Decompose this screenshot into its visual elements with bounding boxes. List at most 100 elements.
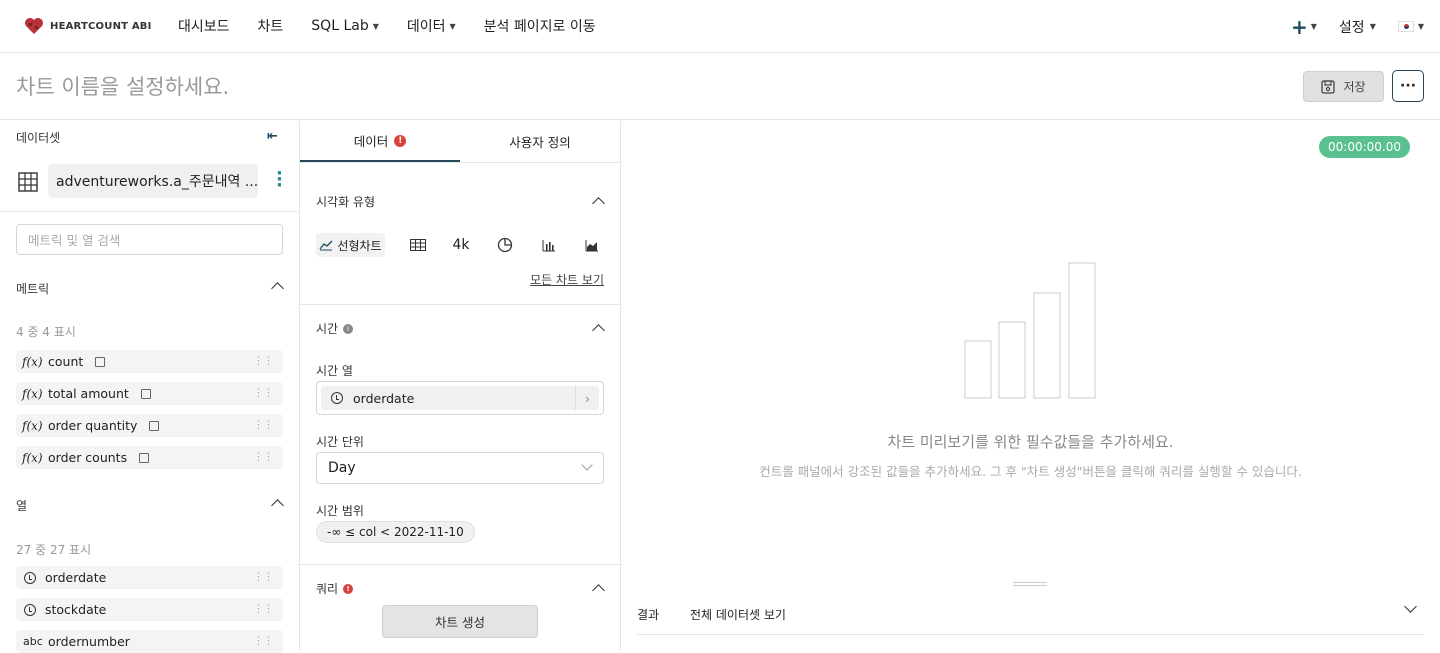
- main-menu: 대시보드 차트 SQL Lab ▼ 데이터 ▼ 분석 페이지로 이동: [164, 0, 610, 53]
- nav-analysis-label: 분석 페이지로 이동: [483, 19, 596, 35]
- drag-handle-icon[interactable]: ⋮⋮: [253, 450, 274, 463]
- viz-table[interactable]: [408, 233, 428, 257]
- metric-item[interactable]: f(x) order counts ⋮⋮: [16, 446, 283, 469]
- area-chart-icon: [585, 239, 598, 251]
- column-item[interactable]: orderdate ⋮⋮: [16, 566, 283, 589]
- drag-handle-icon[interactable]: ⋮⋮: [253, 354, 274, 367]
- nav-analysis[interactable]: 분석 페이지로 이동: [470, 0, 610, 53]
- chevron-right-icon[interactable]: ›: [575, 386, 599, 410]
- add-menu[interactable]: + ▼: [1291, 17, 1317, 37]
- results-tab[interactable]: 결과: [637, 606, 659, 623]
- time-column-value: orderdate: [353, 390, 415, 406]
- chevron-down-icon[interactable]: [1404, 600, 1417, 613]
- fx-icon: f(x): [22, 354, 43, 369]
- drag-handle-icon[interactable]: ⋮⋮: [253, 634, 274, 647]
- metrics-count: 4 중 4 표시: [16, 325, 76, 339]
- pie-chart-icon: [497, 237, 513, 253]
- create-chart-button[interactable]: 차트 생성: [382, 605, 538, 638]
- nav-dashboard[interactable]: 대시보드: [164, 0, 244, 53]
- tab-customize-label: 사용자 정의: [509, 135, 571, 150]
- view-all-charts-link[interactable]: 모든 차트 보기: [530, 271, 604, 288]
- clock-icon: [24, 571, 36, 584]
- drag-handle-icon[interactable]: ⋮⋮: [253, 570, 274, 583]
- drag-handle-icon[interactable]: ⋮⋮: [253, 418, 274, 431]
- column-label: stockdate: [45, 602, 107, 617]
- dataset-panel: 데이터셋 ⇤ adventureworks.a_주문내역 ... · · · 메트릭…: [0, 121, 300, 653]
- metric-item[interactable]: f(x) count ⋮⋮: [16, 350, 283, 373]
- empty-chart-illustration: [964, 262, 1096, 399]
- nav-charts[interactable]: 차트: [244, 0, 298, 53]
- chart-name-input[interactable]: 차트 이름을 설정하세요.: [16, 71, 229, 101]
- query-section-label: 쿼리: [316, 582, 339, 596]
- metrics-header: 메트릭: [16, 282, 50, 296]
- chevron-up-icon[interactable]: [592, 584, 605, 597]
- heart-logo-icon: [25, 18, 43, 34]
- viz-pie[interactable]: [495, 233, 515, 257]
- dataset-name: adventureworks.a_주문내역 ...: [56, 174, 258, 190]
- viz-big-number[interactable]: 4k: [450, 233, 472, 257]
- big-number-label: 4k: [452, 237, 470, 253]
- dataset-menu-icon[interactable]: · · ·: [276, 165, 283, 195]
- viz-bar[interactable]: [539, 233, 559, 257]
- metric-item[interactable]: f(x) order quantity ⋮⋮: [16, 414, 283, 437]
- chevron-up-icon[interactable]: [271, 499, 284, 512]
- chevron-up-icon[interactable]: [271, 282, 284, 295]
- full-dataset-tab[interactable]: 전체 데이터셋 보기: [690, 606, 786, 623]
- columns-header: 열: [16, 499, 28, 513]
- viz-line-chart[interactable]: 선형차트: [316, 233, 385, 257]
- info-icon[interactable]: i: [343, 323, 354, 334]
- dataset-selector[interactable]: adventureworks.a_주문내역 ...: [48, 164, 258, 198]
- create-chart-label: 차트 생성: [435, 615, 485, 630]
- nav-charts-label: 차트: [257, 19, 284, 35]
- logo[interactable]: HEARTCOUNT ABI: [24, 17, 164, 35]
- collapse-panel-icon[interactable]: ⇤: [267, 129, 278, 144]
- time-section-header: 시간 i: [316, 320, 354, 337]
- time-range-tag[interactable]: -∞ ≤ col < 2022-11-10: [316, 521, 475, 543]
- fx-icon: f(x): [22, 386, 43, 401]
- time-column-label: 시간 열: [316, 364, 353, 378]
- table-icon: [410, 239, 426, 251]
- save-button[interactable]: 저장: [1303, 71, 1384, 102]
- drag-handle-icon[interactable]: ⋮⋮: [253, 386, 274, 399]
- search-placeholder: 메트릭 및 열 검색: [28, 233, 121, 248]
- query-timer: 00:00:00.00: [1319, 136, 1410, 158]
- tab-data[interactable]: 데이터!: [300, 121, 460, 162]
- time-grain-label: 시간 단위: [316, 435, 364, 449]
- column-item[interactable]: stockdate ⋮⋮: [16, 598, 283, 621]
- nav-sql-lab[interactable]: SQL Lab ▼: [297, 0, 393, 53]
- nav-data-label: 데이터: [406, 19, 446, 35]
- bar-chart-icon: [542, 239, 555, 251]
- metric-item[interactable]: f(x) total amount ⋮⋮: [16, 382, 283, 405]
- divider: [300, 304, 620, 305]
- metric-search-input[interactable]: 메트릭 및 열 검색: [16, 224, 283, 255]
- chart-title-bar: 차트 이름을 설정하세요. 저장 ···: [0, 53, 1440, 120]
- column-label: ordernumber: [48, 634, 130, 649]
- clock-icon: [331, 392, 343, 404]
- resize-handle[interactable]: [1013, 582, 1047, 586]
- caret-down-icon: ▼: [449, 21, 456, 31]
- time-column-field[interactable]: orderdate ›: [316, 381, 604, 415]
- query-section-header: 쿼리 !: [316, 580, 354, 597]
- drag-handle-icon[interactable]: ⋮⋮: [253, 602, 274, 615]
- chevron-up-icon[interactable]: [592, 197, 605, 210]
- save-icon: [1321, 79, 1336, 94]
- line-chart-icon: [319, 240, 333, 251]
- chevron-up-icon[interactable]: [592, 324, 605, 337]
- metric-label: order quantity: [48, 418, 138, 433]
- caret-down-icon: ▼: [1417, 22, 1424, 31]
- tab-customize[interactable]: 사용자 정의: [460, 121, 620, 162]
- nav-data[interactable]: 데이터 ▼: [393, 0, 470, 53]
- nav-sql-lab-label: SQL Lab: [311, 18, 369, 34]
- metric-label: order counts: [48, 450, 128, 465]
- korea-flag-icon: [1397, 21, 1414, 32]
- viz-area[interactable]: [582, 233, 602, 257]
- viz-type-header: 시각화 유형: [316, 195, 376, 209]
- settings-menu[interactable]: 설정 ▼: [1339, 17, 1376, 37]
- language-menu[interactable]: ▼: [1397, 21, 1424, 32]
- metric-label: count: [48, 354, 84, 369]
- fx-icon: f(x): [22, 450, 43, 465]
- time-column-chip[interactable]: orderdate ›: [321, 386, 599, 410]
- time-grain-select[interactable]: Day: [316, 452, 604, 484]
- more-options-button[interactable]: ···: [1392, 70, 1424, 102]
- calculator-icon: [95, 356, 106, 367]
